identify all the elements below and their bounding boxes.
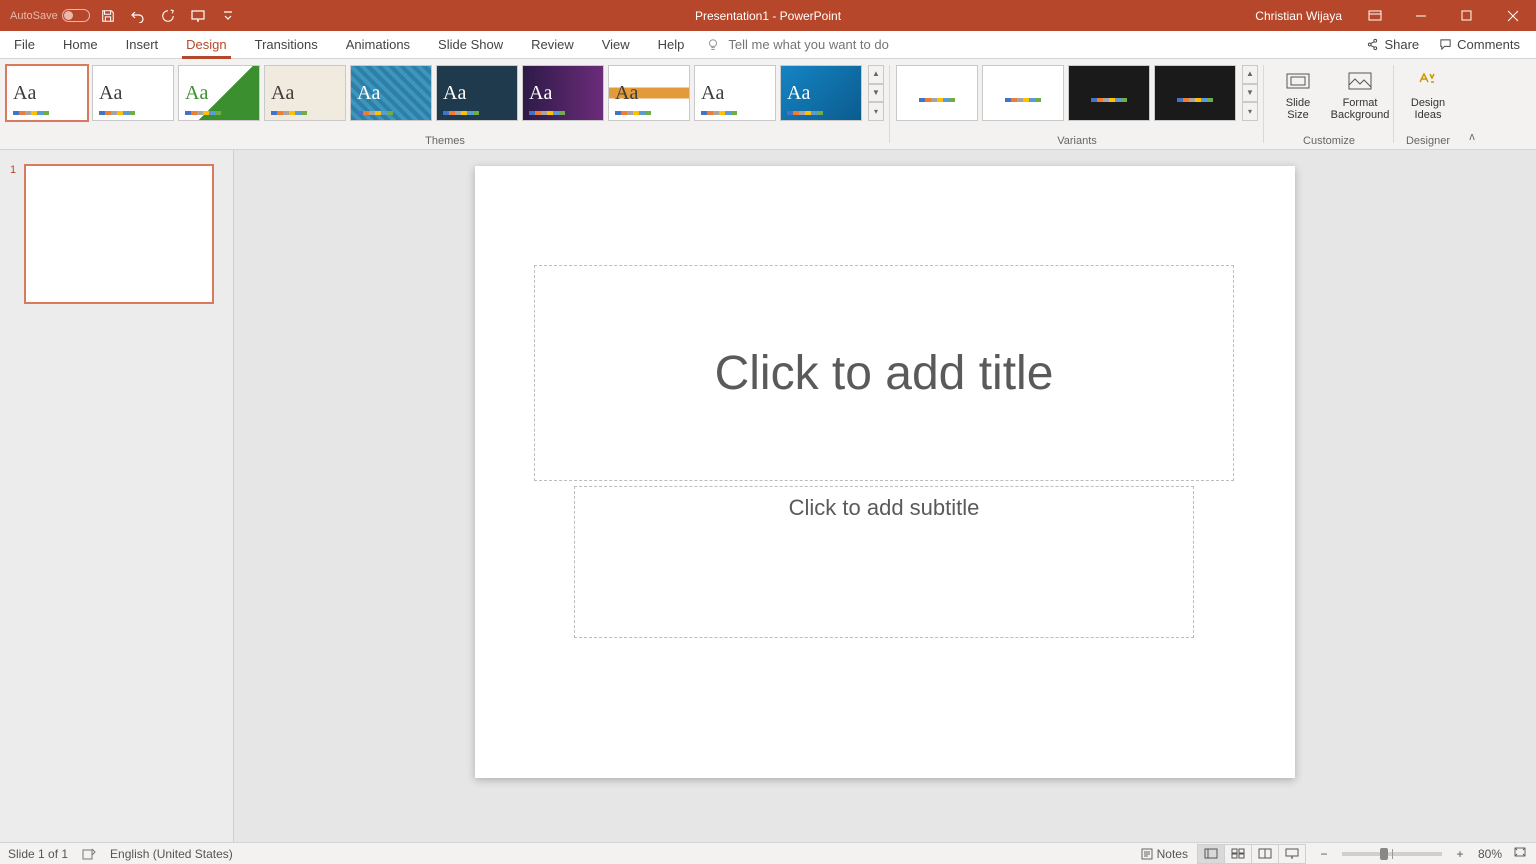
tell-me-search[interactable] [706,31,948,58]
themes-scroll-up[interactable]: ▲ [868,65,884,84]
tab-home[interactable]: Home [49,31,112,58]
theme-thumb-3[interactable]: Aa [264,65,346,121]
qat-customize-icon[interactable] [216,4,240,28]
tab-transitions[interactable]: Transitions [241,31,332,58]
lightbulb-icon [706,38,720,52]
reading-view-button[interactable] [1251,844,1279,864]
language-status[interactable]: English (United States) [110,847,233,861]
variant-thumb-1[interactable] [982,65,1064,121]
variants-scroll-down[interactable]: ▼ [1242,84,1258,103]
slide-thumb-number: 1 [10,164,16,304]
theme-thumb-2[interactable]: Aa [178,65,260,121]
autosave-label: AutoSave [10,10,58,22]
comment-icon [1439,38,1452,51]
customize-group: Slide Size Format Background Customize [1264,59,1394,149]
tab-help[interactable]: Help [644,31,699,58]
notes-button[interactable]: Notes [1141,847,1188,861]
slide-canvas: Click to add title Click to add subtitle [475,166,1295,778]
collapse-ribbon-icon[interactable]: ʌ [1462,59,1482,149]
tab-design[interactable]: Design [172,31,240,58]
user-name[interactable]: Christian Wijaya [1245,9,1352,23]
close-button[interactable] [1490,0,1536,31]
theme-thumb-8[interactable]: Aa [694,65,776,121]
ribbon: AaAaAaAaAaAaAaAaAaAa ▲ ▼ ▾ Themes ▲ ▼ ▾ … [0,59,1536,150]
themes-scroll: ▲ ▼ ▾ [868,65,884,121]
view-buttons [1198,844,1306,864]
theme-thumb-6[interactable]: Aa [522,65,604,121]
tab-insert[interactable]: Insert [112,31,173,58]
subtitle-placeholder[interactable]: Click to add subtitle [574,486,1194,638]
themes-group: AaAaAaAaAaAaAaAaAaAa ▲ ▼ ▾ Themes [0,59,890,149]
design-ideas-button[interactable]: Design Ideas [1400,65,1456,135]
window-title: Presentation1 - PowerPoint [695,9,841,23]
autosave-toggle[interactable]: AutoSave [10,9,90,22]
themes-group-label: Themes [0,135,890,147]
title-bar: AutoSave Presentation1 - PowerPoint Chri… [0,0,1536,31]
theme-thumb-5[interactable]: Aa [436,65,518,121]
themes-more[interactable]: ▾ [868,102,884,121]
share-icon [1366,38,1379,51]
slide-size-button[interactable]: Slide Size [1270,65,1326,135]
start-from-beginning-icon[interactable] [186,4,210,28]
variants-group-label: Variants [890,135,1264,147]
slideshow-view-button[interactable] [1278,844,1306,864]
variant-thumb-2[interactable] [1068,65,1150,121]
status-bar: Slide 1 of 1 English (United States) Not… [0,842,1536,864]
designer-group: Design Ideas Designer [1394,59,1462,149]
ribbon-display-options-icon[interactable] [1352,0,1398,31]
spellcheck-icon[interactable] [82,847,96,861]
slide-canvas-area[interactable]: Click to add title Click to add subtitle [234,150,1536,842]
tab-file[interactable]: File [0,31,49,58]
normal-view-button[interactable] [1197,844,1225,864]
theme-thumb-9[interactable]: Aa [780,65,862,121]
format-background-icon [1346,69,1374,95]
theme-thumb-0[interactable]: Aa [6,65,88,121]
title-placeholder[interactable]: Click to add title [534,265,1234,481]
zoom-level[interactable]: 80% [1478,847,1502,861]
slide-sorter-view-button[interactable] [1224,844,1252,864]
notes-icon [1141,848,1153,860]
fit-to-window-button[interactable] [1512,846,1528,861]
save-icon[interactable] [96,4,120,28]
variants-group: ▲ ▼ ▾ Variants [890,59,1264,149]
minimize-button[interactable] [1398,0,1444,31]
zoom-in-button[interactable]: + [1452,847,1468,861]
format-background-button[interactable]: Format Background [1332,65,1388,135]
slide-thumbnail-panel: 1 [0,150,234,842]
themes-scroll-down[interactable]: ▼ [868,84,884,103]
ribbon-tabs: File Home Insert Design Transitions Anim… [0,31,1536,59]
slide-thumbnail-1[interactable] [24,164,214,304]
designer-group-label: Designer [1394,135,1462,147]
work-area: 1 Click to add title Click to add subtit… [0,150,1536,842]
zoom-slider[interactable] [1342,852,1442,856]
maximize-button[interactable] [1444,0,1490,31]
variant-thumb-3[interactable] [1154,65,1236,121]
variants-scroll: ▲ ▼ ▾ [1242,65,1258,121]
slide-size-icon [1284,69,1312,95]
tab-slideshow[interactable]: Slide Show [424,31,517,58]
variants-more[interactable]: ▾ [1242,102,1258,121]
comments-button[interactable]: Comments [1431,37,1528,52]
variant-thumb-0[interactable] [896,65,978,121]
design-ideas-icon [1414,69,1442,95]
slide-counter[interactable]: Slide 1 of 1 [8,847,68,861]
tab-review[interactable]: Review [517,31,588,58]
customize-group-label: Customize [1264,135,1394,147]
tell-me-input[interactable] [728,37,948,52]
theme-thumb-7[interactable]: Aa [608,65,690,121]
tab-animations[interactable]: Animations [332,31,424,58]
zoom-out-button[interactable]: − [1316,847,1332,861]
theme-thumb-4[interactable]: Aa [350,65,432,121]
tab-view[interactable]: View [588,31,644,58]
variants-scroll-up[interactable]: ▲ [1242,65,1258,84]
share-button[interactable]: Share [1358,37,1427,52]
undo-icon[interactable] [126,4,150,28]
theme-thumb-1[interactable]: Aa [92,65,174,121]
redo-icon[interactable] [156,4,180,28]
